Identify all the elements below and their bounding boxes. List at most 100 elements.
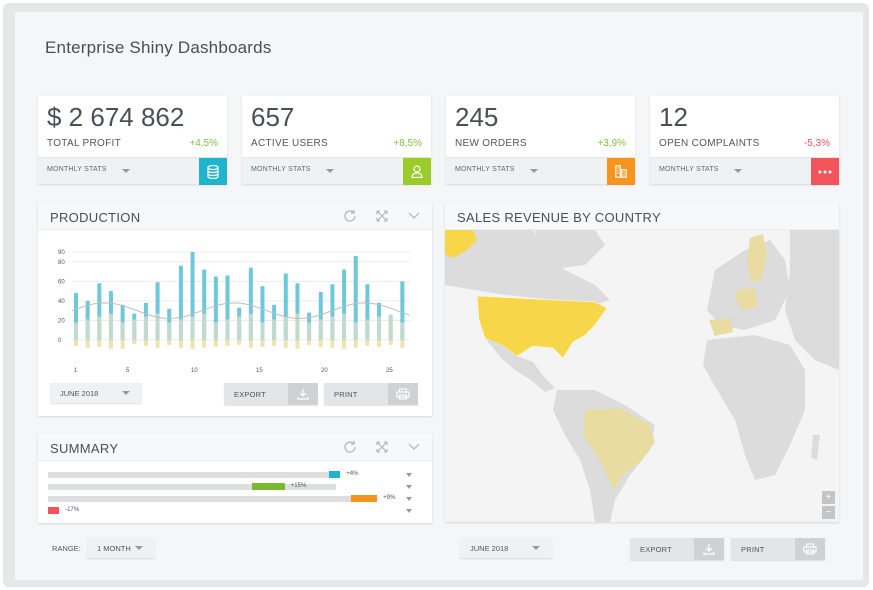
kpi-footer[interactable]: MONTHLY STATS (446, 157, 635, 185)
bar-overlay (132, 319, 137, 340)
bar-overlay (377, 316, 382, 340)
kpi-value: $ 2 674 862 (47, 102, 185, 132)
bar-negative (295, 340, 300, 349)
expand-icon[interactable] (374, 439, 390, 455)
panel-title: PRODUCTION (50, 210, 141, 225)
bar-overlay (225, 319, 230, 340)
bar-negative (213, 340, 218, 347)
monthly-stats-dropdown[interactable]: MONTHLY STATS (47, 166, 107, 173)
refresh-icon[interactable] (342, 439, 358, 455)
zoom-in-button[interactable]: + (822, 491, 835, 504)
world-map[interactable] (445, 230, 839, 522)
kpi-value: 245 (455, 102, 499, 132)
chevron-down-icon[interactable] (406, 509, 412, 513)
production-period-dropdown[interactable]: JUNE 2018 (50, 383, 142, 403)
monthly-stats-dropdown[interactable]: MONTHLY STATS (251, 166, 311, 173)
more-dots-icon[interactable] (811, 158, 839, 185)
map-region-madagascar (811, 435, 820, 460)
range-label: RANGE: (52, 544, 81, 553)
chevron-down-icon (532, 546, 540, 550)
bar-overlay (400, 322, 405, 340)
kpi-footer[interactable]: MONTHLY STATS (242, 157, 431, 185)
chevron-down-icon[interactable] (406, 485, 412, 489)
page-title: Enterprise Shiny Dashboards (45, 38, 272, 57)
range-dropdown[interactable]: 1 MONTH (87, 538, 155, 558)
summary-row[interactable]: +9% (48, 495, 418, 503)
bar-negative (97, 340, 102, 347)
bar-negative (74, 340, 78, 346)
bar-overlay (167, 322, 172, 340)
bar-overlay (318, 319, 323, 340)
summary-percent: +4% (346, 471, 359, 477)
y-tick-label: 40 (58, 299, 65, 305)
chevron-down-icon[interactable] (406, 497, 412, 501)
buildings-icon[interactable] (607, 158, 635, 185)
button-label: PRINT (741, 545, 765, 554)
bar-negative (108, 340, 113, 349)
summary-percent: -17% (65, 507, 80, 513)
bar-overlay (202, 313, 207, 340)
bar-overlay (307, 322, 312, 340)
bar-overlay (190, 316, 195, 340)
export-button[interactable]: EXPORT (224, 383, 318, 405)
bar-negative (225, 340, 230, 346)
monthly-stats-dropdown[interactable]: MONTHLY STATS (659, 166, 719, 173)
summary-fill (251, 483, 285, 490)
x-tick-label: 10 (191, 368, 198, 374)
summary-fill (329, 471, 341, 478)
user-icon[interactable] (403, 158, 431, 185)
kpi-label: NEW ORDERS (455, 138, 527, 149)
summary-panel: SUMMARY +4% +15% +9% -17% (38, 433, 432, 523)
kpi-footer[interactable]: MONTHLY STATS (650, 157, 839, 185)
chevron-down-icon (122, 391, 130, 395)
kpi-change: +3,9% (597, 138, 626, 149)
kpi-change: +4,5% (189, 138, 218, 149)
summary-fill (48, 507, 60, 514)
map-region-asia (785, 230, 839, 370)
chevron-down-icon[interactable] (406, 208, 422, 224)
chevron-down-icon[interactable] (122, 169, 130, 173)
sales-export-button[interactable]: EXPORT (630, 538, 724, 560)
chevron-down-icon[interactable] (734, 169, 742, 173)
monthly-stats-dropdown[interactable]: MONTHLY STATS (455, 166, 515, 173)
refresh-icon[interactable] (342, 208, 358, 224)
chevron-down-icon[interactable] (326, 169, 334, 173)
bar-overlay (283, 316, 288, 340)
print-button[interactable]: PRINT (324, 383, 418, 405)
summary-row[interactable]: -17% (48, 507, 418, 515)
panel-title: SUMMARY (50, 441, 119, 456)
kpi-label: OPEN COMPLAINTS (659, 138, 760, 149)
bar-negative (202, 340, 207, 348)
chevron-down-icon[interactable] (406, 473, 412, 477)
bar-overlay (108, 313, 113, 340)
x-tick-label: 15 (256, 368, 263, 374)
bar-negative (143, 340, 148, 346)
sales-period-dropdown[interactable]: JUNE 2018 (460, 538, 552, 558)
bar-overlay (295, 313, 300, 340)
button-label: PRINT (334, 390, 358, 399)
summary-row[interactable]: +4% (48, 471, 418, 479)
chevron-down-icon[interactable] (406, 439, 422, 455)
production-chart: 908060402001 5 10 15 20 25 (58, 250, 411, 374)
bar-negative (178, 340, 183, 348)
dropdown-value: JUNE 2018 (470, 544, 509, 553)
bar-overlay (143, 316, 148, 340)
bar-overlay (74, 322, 78, 340)
kpi-value: 12 (659, 102, 688, 132)
kpi-change: -5,3% (803, 138, 830, 149)
bar-negative (248, 340, 253, 348)
bar-negative (377, 340, 382, 347)
chevron-down-icon[interactable] (530, 169, 538, 173)
database-icon[interactable] (199, 158, 227, 185)
kpi-footer[interactable]: MONTHLY STATS (38, 157, 227, 185)
bar-negative (190, 340, 195, 349)
sales-print-button[interactable]: PRINT (731, 538, 825, 560)
summary-row[interactable]: +15% (48, 483, 418, 491)
y-tick-label: 0 (58, 338, 62, 344)
map-region-spain (709, 318, 733, 336)
bar-overlay (365, 319, 370, 340)
sales-map-panel: SALES REVENUE BY COUNTRY + − (445, 202, 839, 522)
zoom-out-button[interactable]: − (822, 506, 835, 519)
panel-header: PRODUCTION (38, 202, 432, 230)
expand-icon[interactable] (374, 208, 390, 224)
